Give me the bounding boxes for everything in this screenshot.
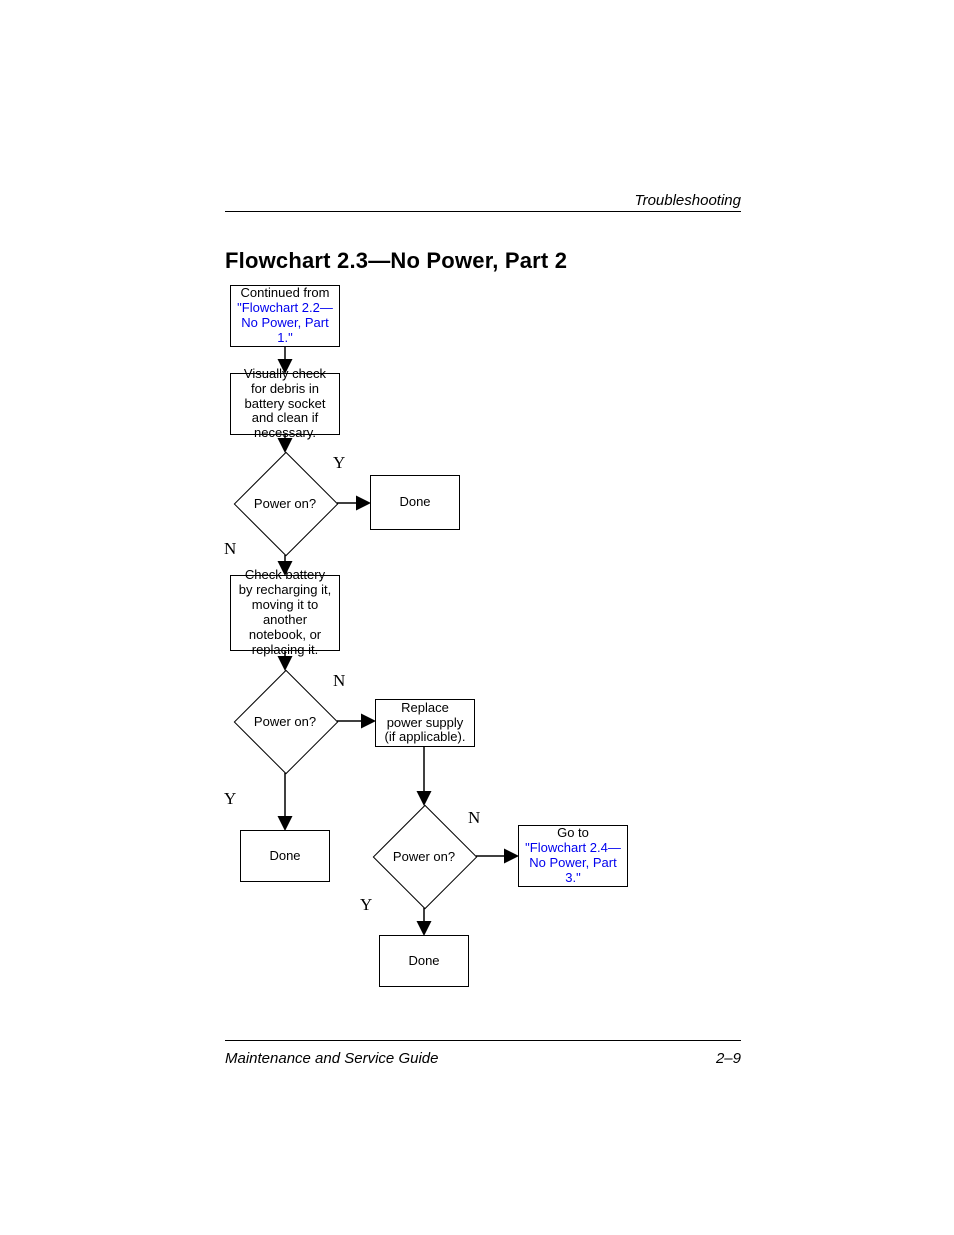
- footer: Maintenance and Service Guide 2–9: [225, 1050, 741, 1067]
- header-rule: [225, 211, 741, 212]
- flowchart: Continued from "Flowchart 2.2—No Power, …: [225, 285, 675, 1005]
- page: Troubleshooting Flowchart 2.3—No Power, …: [0, 0, 954, 1235]
- footer-title: Maintenance and Service Guide: [225, 1050, 438, 1067]
- footer-rule: [225, 1040, 741, 1041]
- running-header: Troubleshooting: [225, 192, 741, 209]
- flowchart-arrows: [225, 285, 675, 1005]
- page-number: 2–9: [716, 1050, 741, 1067]
- section-heading: Flowchart 2.3—No Power, Part 2: [225, 248, 567, 274]
